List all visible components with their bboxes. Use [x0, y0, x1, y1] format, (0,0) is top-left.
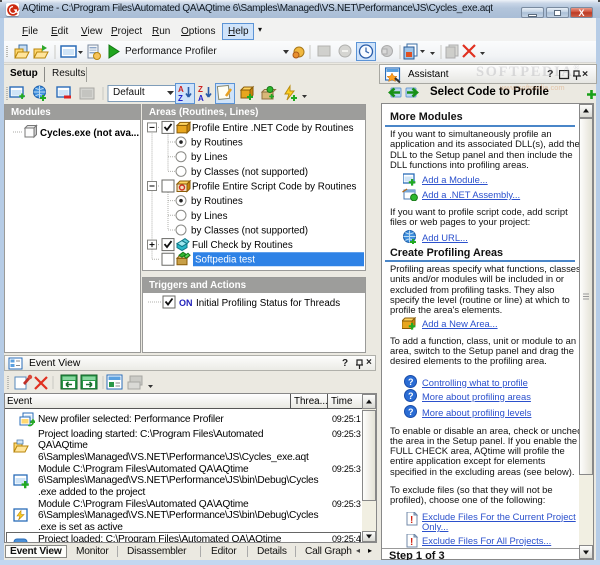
- svg-text:by Classes (not supported): by Classes (not supported): [191, 167, 308, 178]
- svg-text:Profile Entire .NET Code by Ro: Profile Entire .NET Code by Routines: [192, 123, 354, 134]
- svg-text:Initial Profiling Status for T: Initial Profiling Status for Threads: [196, 298, 340, 309]
- svg-text:Softpedia test: Softpedia test: [195, 255, 255, 266]
- svg-text:!: !: [410, 515, 413, 526]
- svg-text:Profile Entire Script Code by: Profile Entire Script Code by Routines: [192, 182, 357, 193]
- svg-text:A: A: [198, 94, 204, 103]
- svg-text:Cycles.exe (not ava...: Cycles.exe (not ava...: [40, 128, 139, 139]
- svg-text:by Lines: by Lines: [191, 152, 228, 163]
- svg-text:by Lines: by Lines: [191, 211, 228, 222]
- svg-text:by Routines: by Routines: [191, 138, 243, 149]
- svg-text:Z: Z: [198, 85, 203, 94]
- svg-text:Z: Z: [178, 94, 183, 103]
- svg-text:?: ?: [408, 391, 414, 401]
- svg-text:Full Check by Routines: Full Check by Routines: [192, 240, 293, 251]
- svg-text:!: !: [410, 537, 413, 548]
- svg-text:?: ?: [408, 407, 414, 417]
- svg-text:by Classes (not supported): by Classes (not supported): [191, 225, 308, 236]
- svg-text:A: A: [178, 85, 184, 94]
- svg-text:?: ?: [408, 377, 414, 387]
- svg-text:by Routines: by Routines: [191, 196, 243, 207]
- svg-text:ON: ON: [179, 298, 193, 308]
